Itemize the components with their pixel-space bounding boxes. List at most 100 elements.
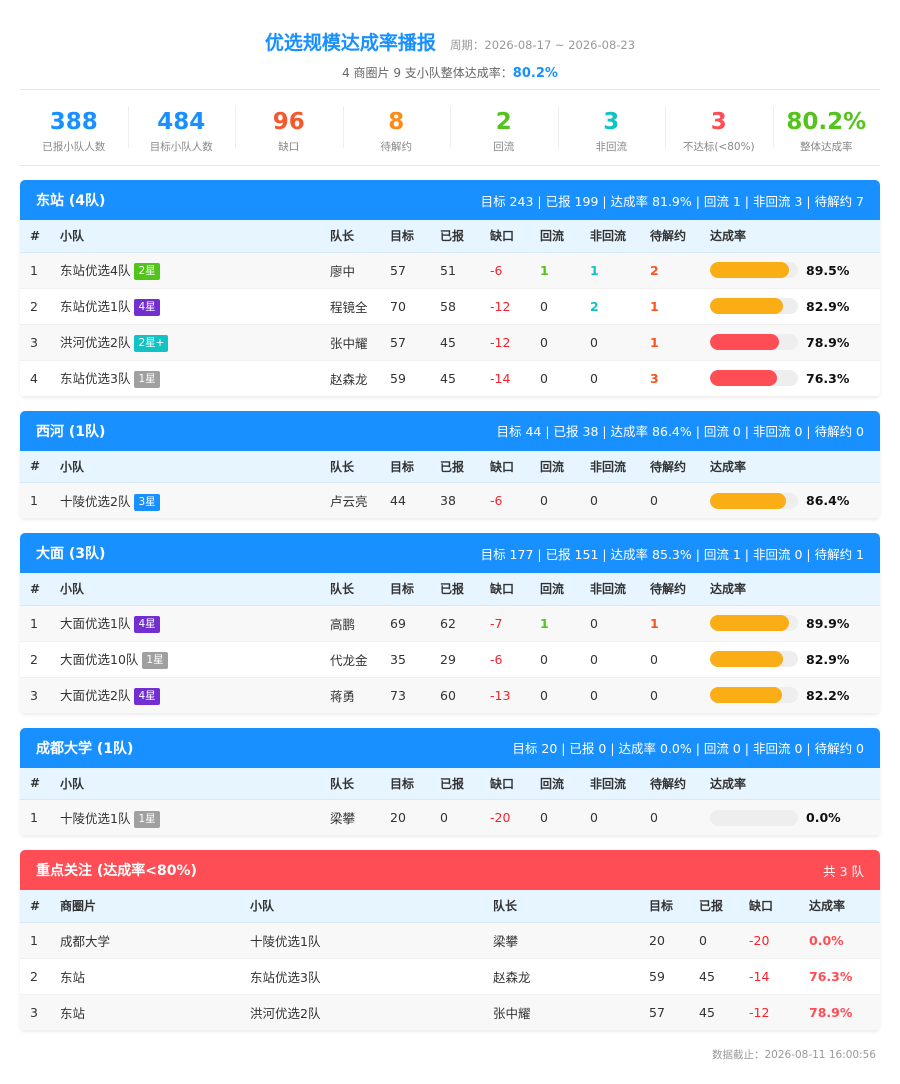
row-index: 1	[20, 605, 50, 642]
column-header: 达成率	[799, 890, 880, 923]
rate-bar-wrap: 0.0%	[710, 809, 880, 826]
reported-value: 45	[689, 994, 739, 1031]
overall-rate: 80.2%	[512, 66, 558, 81]
column-header: 目标	[380, 767, 430, 800]
stat-label: 目标小队人数	[149, 141, 213, 153]
target-value: 35	[380, 641, 430, 678]
stat-value: 96	[272, 109, 305, 135]
team-name: 洪河优选2队	[240, 994, 483, 1031]
focus-table-header: # 商圈片 小队 队长 目标 已报 缺口 达成率	[20, 890, 880, 923]
area-section: 大面 (3队) 目标 177 | 已报 151 | 达成率 85.3% | 回流 …	[20, 533, 880, 714]
area-section-header: 大面 (3队) 目标 177 | 已报 151 | 达成率 85.3% | 回流 …	[20, 533, 880, 573]
rate-value: 89.5%	[806, 262, 850, 278]
area-name: 东站	[50, 994, 240, 1031]
rate-progress-bar	[710, 809, 798, 826]
team-name: 东站优选4队	[60, 263, 131, 278]
row-index: 2	[20, 288, 50, 325]
leader-name: 程镜全	[320, 288, 380, 325]
gap-value: -6	[480, 641, 530, 678]
stat-item: 96 缺口	[235, 90, 343, 165]
rate-bar-wrap: 86.4%	[710, 492, 880, 509]
gap-value: -20	[739, 922, 799, 959]
stats-bar: 388 已报小队人数 484 目标小队人数 96 缺口 8 待解约 2 回流 3 非回流 3 不达标(<8…	[20, 90, 880, 166]
area-summary: 目标 20 | 已报 0 | 达成率 0.0% | 回流 0 | 非回流 0 |…	[512, 741, 864, 756]
gap-value: -13	[480, 677, 530, 714]
focus-table: # 商圈片 小队 队长 目标 已报 缺口 达成率 1 成都大学 十陵优选1队 梁攀 20 0 -20 0.0…	[20, 890, 880, 1031]
column-header: 回流	[530, 450, 580, 483]
column-header: #	[20, 573, 50, 606]
team-table: # 小队 队长 目标 已报 缺口 回流 非回流 待解约 达成率 1 东站优选4队 2星 廖中 57 51 -6 1…	[20, 220, 880, 397]
reported-value: 45	[430, 360, 480, 397]
rate-bar-wrap: 82.2%	[710, 687, 880, 703]
rate-value: 89.9%	[806, 615, 850, 631]
rate-value: 82.2%	[806, 687, 850, 703]
leader-name: 梁攀	[483, 922, 639, 959]
team-name: 大面优选10队	[60, 652, 139, 667]
reported-value: 45	[689, 958, 739, 995]
team-cell: 十陵优选2队 3星	[50, 482, 320, 519]
column-header: 目标	[639, 890, 689, 923]
target-value: 57	[639, 994, 689, 1031]
team-name: 大面优选1队	[60, 616, 131, 631]
leader-name: 梁攀	[320, 799, 380, 836]
rate-cell: 82.9%	[700, 641, 880, 678]
team-name: 东站优选1队	[60, 299, 131, 314]
column-header: #	[20, 220, 50, 253]
column-header: 目标	[380, 573, 430, 606]
column-header: 缺口	[480, 450, 530, 483]
nonback-value: 0	[580, 799, 640, 836]
rate-bar-wrap: 82.9%	[710, 298, 880, 314]
area-summary: 目标 44 | 已报 38 | 达成率 86.4% | 回流 0 | 非回流 0…	[496, 424, 864, 439]
star-badge: 4星	[134, 688, 160, 705]
stat-value: 388	[49, 109, 98, 135]
stat-value: 3	[603, 109, 620, 135]
rate-cell: 78.9%	[700, 324, 880, 361]
reported-value: 51	[430, 252, 480, 289]
reported-value: 29	[430, 641, 480, 678]
nonback-value: 0	[580, 677, 640, 714]
reported-value: 0	[430, 799, 480, 836]
rate-progress-bar	[710, 492, 798, 509]
target-value: 59	[380, 360, 430, 397]
column-header: 目标	[380, 220, 430, 253]
stat-label: 待解约	[380, 141, 413, 153]
target-value: 20	[380, 799, 430, 836]
table-row: 3 大面优选2队 4星 蒋勇 73 60 -13 0 0 0 82.2%	[20, 677, 880, 714]
rate-value: 0.0%	[806, 810, 841, 825]
page-title: 优选规模达成率播报	[264, 32, 436, 54]
area-name: 大面 (3队)	[36, 546, 106, 562]
column-header: 已报	[430, 573, 480, 606]
rate-bar-wrap: 89.9%	[710, 615, 880, 631]
rate-progress-fill	[710, 262, 789, 278]
stat-label: 整体达成率	[800, 141, 853, 153]
column-header: 待解约	[640, 573, 700, 606]
stat-item: 3 不达标(<80%)	[665, 90, 773, 165]
area-section-header: 东站 (4队) 目标 243 | 已报 199 | 达成率 81.9% | 回流 …	[20, 180, 880, 220]
rate-cell: 82.9%	[700, 288, 880, 325]
pending-value: 1	[640, 288, 700, 325]
row-index: 3	[20, 677, 50, 714]
team-name: 大面优选2队	[60, 688, 131, 703]
team-cell: 洪河优选2队 2星+	[50, 324, 320, 361]
stat-item: 3 非回流	[557, 90, 666, 165]
nonback-value: 0	[580, 324, 640, 361]
stat-item: 80.2% 整体达成率	[772, 90, 881, 165]
nonback-value: 0	[580, 641, 640, 678]
rate-value: 86.4%	[806, 493, 850, 508]
reported-value: 60	[430, 677, 480, 714]
table-row: 1 东站优选4队 2星 廖中 57 51 -6 1 1 2 89.5%	[20, 252, 880, 289]
rate-bar-wrap: 82.9%	[710, 651, 880, 667]
rate-value: 0.0%	[799, 922, 880, 959]
table-header-row: # 小队 队长 目标 已报 缺口 回流 非回流 待解约 达成率	[20, 220, 880, 253]
gap-value: -14	[480, 360, 530, 397]
team-name: 东站优选3队	[240, 958, 483, 995]
rate-progress-fill	[710, 615, 790, 631]
nonback-value: 0	[580, 605, 640, 642]
target-value: 70	[380, 288, 430, 325]
back-value: 0	[530, 641, 580, 678]
pending-value: 1	[640, 605, 700, 642]
rate-progress-fill	[710, 492, 787, 509]
rate-cell: 82.2%	[700, 677, 880, 714]
rate-progress-bar	[710, 615, 798, 631]
rate-progress-fill	[710, 651, 783, 667]
